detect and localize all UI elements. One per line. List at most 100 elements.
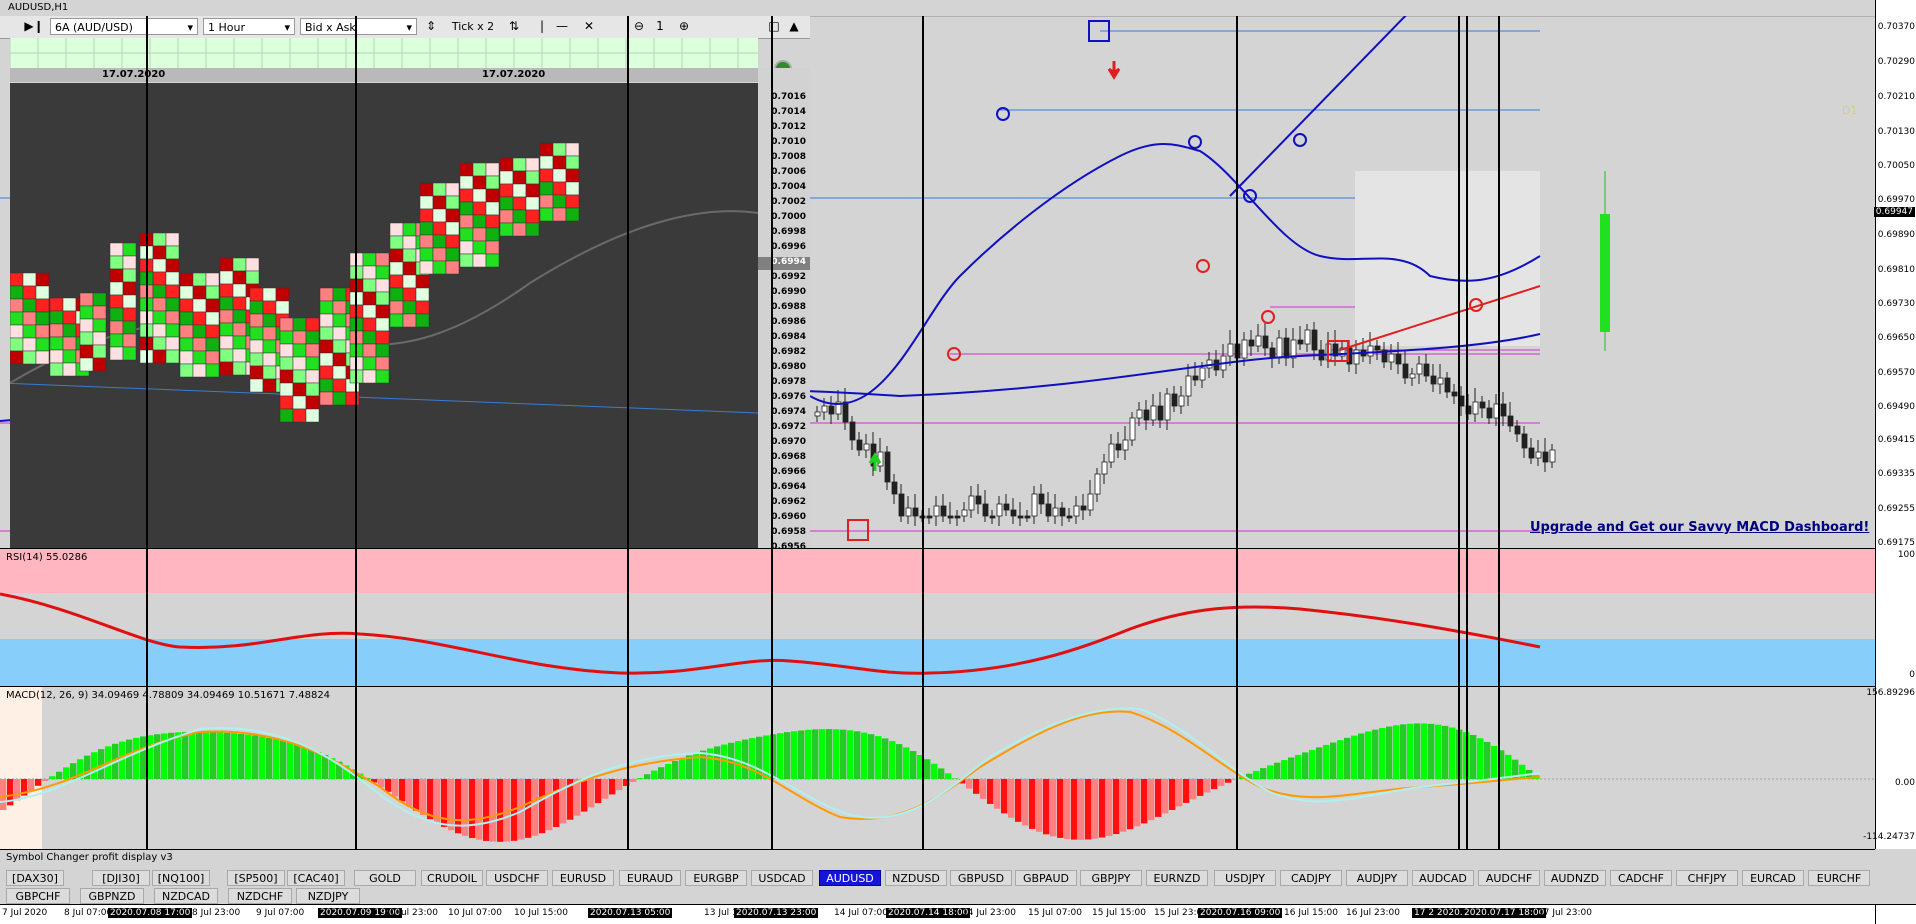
symbol-button-nzdcad[interactable]: NZDCAD (154, 888, 218, 904)
symbol-button-audusd[interactable]: AUDUSD (819, 870, 881, 886)
ladder-price-level[interactable]: 0.6980 (758, 362, 810, 375)
footprint-cell (362, 278, 377, 293)
window-restore-icon[interactable]: □ (766, 18, 782, 35)
zoom-out-icon[interactable]: ⊖ (631, 18, 647, 35)
ladder-price-level[interactable]: 0.7002 (758, 197, 810, 210)
collapse-up-icon[interactable]: ▲ (786, 18, 802, 35)
symbol-button-euraud[interactable]: EURAUD (619, 870, 681, 886)
symbol-select[interactable]: 6A (AUD/USD) ▾ (50, 18, 198, 35)
symbol-button-usdcad[interactable]: USDCAD (751, 870, 813, 886)
ladder-price-level[interactable]: 0.6994 (758, 257, 810, 270)
ladder-price-level[interactable]: 0.6992 (758, 272, 810, 285)
ladder-price-level[interactable]: 0.6998 (758, 227, 810, 240)
ladder-price-level[interactable]: 0.7016 (758, 92, 810, 105)
symbol-button-gbpnzd[interactable]: GBPNZD (80, 888, 144, 904)
ladder-price-level[interactable]: 0.6974 (758, 407, 810, 420)
symbol-button-eurusd[interactable]: EURUSD (552, 870, 614, 886)
minimize-button[interactable]: — (553, 18, 571, 35)
symbol-button-eurcad[interactable]: EURCAD (1742, 870, 1804, 886)
play-icon[interactable]: ▶❙ (24, 18, 44, 35)
footprint-cell (472, 214, 487, 229)
upgrade-link[interactable]: Upgrade and Get our Savvy MACD Dashboard… (1530, 520, 1869, 535)
symbol-button-crudoil[interactable]: CRUDOIL (421, 870, 483, 886)
ladder-price-level[interactable]: 0.6966 (758, 467, 810, 480)
expand-vertical-icon[interactable]: ⇕ (423, 18, 439, 35)
ladder-price-level[interactable]: 0.7008 (758, 152, 810, 165)
zoom-in-icon[interactable]: ⊕ (676, 18, 692, 35)
footprint-cell (9, 298, 24, 313)
ladder-price-level[interactable]: 0.6958 (758, 527, 810, 540)
ladder-price-level[interactable]: 0.6990 (758, 287, 810, 300)
symbol-button-gbpusd[interactable]: GBPUSD (950, 870, 1012, 886)
symbol-button-nzdusd[interactable]: NZDUSD (885, 870, 947, 886)
ladder-price-level[interactable]: 0.6976 (758, 392, 810, 405)
ladder-price-level[interactable]: 0.6964 (758, 482, 810, 495)
ladder-price-level[interactable]: 0.6978 (758, 377, 810, 390)
orderflow-footprint[interactable] (0, 83, 759, 548)
ladder-price-level[interactable]: 0.6968 (758, 452, 810, 465)
ladder-price-level[interactable]: 0.6960 (758, 512, 810, 525)
ladder-price-level[interactable]: 0.7004 (758, 182, 810, 195)
ladder-price-level[interactable]: 0.6982 (758, 347, 810, 360)
close-button[interactable]: ✕ (580, 18, 598, 35)
symbol-button-eurnzd[interactable]: EURNZD (1146, 870, 1208, 886)
symbol-button-gold[interactable]: GOLD (354, 870, 416, 886)
ladder-price-level[interactable]: 0.6984 (758, 332, 810, 345)
macd-histogram-bar (28, 779, 35, 791)
ladder-price-level[interactable]: 0.6972 (758, 422, 810, 435)
symbol-button-audnzd[interactable]: AUDNZD (1544, 870, 1606, 886)
ladder-price-level[interactable]: 0.7006 (758, 167, 810, 180)
symbol-button-gbpaud[interactable]: GBPAUD (1015, 870, 1077, 886)
ladder-price-level[interactable]: 0.7012 (758, 122, 810, 135)
ladder-price-level[interactable]: 0.7014 (758, 107, 810, 120)
symbol-button-dji30[interactable]: [DJI30] (92, 870, 150, 886)
footprint-cell (319, 391, 334, 406)
symbol-button-nzdjpy[interactable]: NZDJPY (296, 888, 360, 904)
ladder-price-level[interactable]: 0.7010 (758, 137, 810, 150)
symbol-button-cadjpy[interactable]: CADJPY (1280, 870, 1342, 886)
symbol-button-audchf[interactable]: AUDCHF (1478, 870, 1540, 886)
time-axis[interactable]: 7 Jul 2020 8 Jul 07:00 2020.07.08 17:00 8 J… (0, 904, 1875, 924)
symbol-button-nzdchf[interactable]: NZDCHF (228, 888, 292, 904)
ladder-price-level[interactable]: 0.6962 (758, 497, 810, 510)
symbol-button-cac40[interactable]: [CAC40] (287, 870, 345, 886)
ladder-price-level[interactable]: 0.6996 (758, 242, 810, 255)
candle-body (1486, 407, 1493, 419)
footprint-cell (292, 395, 307, 410)
symbol-button-usdjpy[interactable]: USDJPY (1214, 870, 1276, 886)
symbol-button-sp500[interactable]: [SP500] (227, 870, 285, 886)
macd-panel[interactable]: MACD(12, 26, 9) 34.09469 4.78809 34.0946… (0, 686, 1875, 850)
symbol-button-dax30[interactable]: [DAX30] (6, 870, 64, 886)
symbol-button-usdchf[interactable]: USDCHF (486, 870, 548, 886)
candle-body (1199, 367, 1206, 381)
candle-body (1388, 353, 1395, 363)
mode-select[interactable]: Bid x Ask ▾ (300, 18, 417, 35)
timeframe-select[interactable]: 1 Hour ▾ (203, 18, 295, 35)
price-axis[interactable]: 0.70370 0.70290 0.70210 0.70130 0.70050 0.699… (1873, 0, 1916, 548)
footprint-cell (249, 339, 264, 354)
footprint-cell (305, 343, 320, 358)
ladder-price-level[interactable]: 0.6988 (758, 302, 810, 315)
symbol-button-audjpy[interactable]: AUDJPY (1346, 870, 1408, 886)
candle-body (1521, 433, 1528, 449)
symbol-button-eurgbp[interactable]: EURGBP (685, 870, 747, 886)
price-ladder[interactable]: 0.7016 0.7014 0.7012 0.7010 0.7008 0.7006 0.70… (758, 68, 810, 552)
ladder-price-level[interactable]: 0.6986 (758, 317, 810, 330)
footprint-cell (249, 365, 264, 380)
ladder-price-level[interactable]: 0.7000 (758, 212, 810, 225)
split-vertical-icon[interactable]: ⇅ (506, 18, 522, 35)
symbol-button-nq100[interactable]: [NQ100] (152, 870, 210, 886)
symbol-button-gbpchf[interactable]: GBPCHF (6, 888, 70, 904)
footprint-cell (165, 232, 180, 247)
symbol-button-audcad[interactable]: AUDCAD (1412, 870, 1474, 886)
footprint-cell (79, 318, 94, 333)
footprint-cell (35, 298, 50, 313)
rsi-panel[interactable]: RSI(14) 55.0286 (0, 548, 1875, 687)
symbol-button-gbpjpy[interactable]: GBPJPY (1080, 870, 1142, 886)
tick-size-label[interactable]: Tick x 2 (443, 18, 503, 35)
symbol-button-chfjpy[interactable]: CHFJPY (1676, 870, 1738, 886)
ladder-price-level[interactable]: 0.6970 (758, 437, 810, 450)
symbol-button-eurchf[interactable]: EURCHF (1808, 870, 1870, 886)
symbol-button-cadchf[interactable]: CADCHF (1610, 870, 1672, 886)
orderflow-panel[interactable]: ▶❙ 6A (AUD/USD) ▾ 1 Hour ▾ Bid x Ask ▾ ⇕… (0, 16, 810, 552)
